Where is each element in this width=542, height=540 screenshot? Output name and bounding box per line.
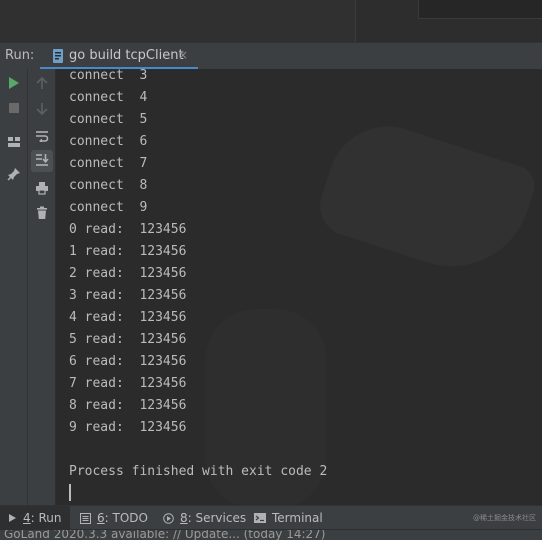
console-line: connect 5 <box>69 112 148 127</box>
run-label: Run: <box>5 48 35 63</box>
console-output[interactable]: connect 3 connect 4 connect 5 connect 6 … <box>56 69 542 505</box>
text-caret <box>69 484 71 501</box>
pane-divider <box>355 0 356 42</box>
console-exit-message: Process finished with exit code 2 <box>69 464 328 479</box>
run-config-tab-title: go build tcpClient <box>69 48 184 63</box>
tool-window-bar: 4: Run 6: TODO 8: Services Terminal @稀土掘… <box>0 505 542 530</box>
print-button[interactable] <box>31 178 53 200</box>
console-line: 0 read: 123456 <box>69 222 187 237</box>
soft-wrap-icon <box>35 127 49 146</box>
console-line: 2 read: 123456 <box>69 266 187 281</box>
console-line: 4 read: 123456 <box>69 310 187 325</box>
console-line: 8 read: 123456 <box>69 398 187 413</box>
services-tool-mnemonic: 8 <box>180 511 188 525</box>
next-occurrence-button[interactable] <box>31 99 53 121</box>
terminal-tool-button[interactable]: Terminal <box>254 506 323 530</box>
editor-pane-right <box>418 0 542 19</box>
play-icon <box>8 513 17 523</box>
console-line: 5 read: 123456 <box>69 332 187 347</box>
console-line: connect 6 <box>69 134 148 149</box>
arrow-up-icon <box>36 75 48 94</box>
scroll-to-end-button[interactable] <box>31 150 53 172</box>
terminal-tool-label: Terminal <box>272 511 323 525</box>
console-line: connect 4 <box>69 90 148 105</box>
layout-button[interactable] <box>3 131 25 153</box>
services-tool-label: : Services <box>187 511 247 525</box>
pin-tab-button[interactable] <box>3 164 25 186</box>
play-icon <box>8 75 20 94</box>
services-tool-button[interactable]: 8: Services <box>163 506 246 530</box>
run-secondary-toolbar <box>28 69 56 505</box>
status-bar: GoLand 2020.3.3 available: // Update... … <box>0 529 542 540</box>
terminal-icon <box>254 513 266 523</box>
run-primary-toolbar <box>0 69 28 505</box>
console-line: 9 read: 123456 <box>69 420 187 435</box>
update-notification[interactable]: GoLand 2020.3.3 available: // Update... … <box>4 530 326 540</box>
run-tool-mnemonic: 4 <box>23 511 31 525</box>
rerun-button[interactable] <box>3 73 25 95</box>
run-config-tab[interactable]: go build tcpClient × <box>40 43 198 70</box>
stop-icon <box>8 99 20 118</box>
layout-icon <box>7 133 21 152</box>
console-line: connect 8 <box>69 178 148 193</box>
run-tool-label: : Run <box>30 511 62 525</box>
scroll-to-end-icon <box>35 152 49 171</box>
soft-wrap-button[interactable] <box>31 125 53 147</box>
run-tool-window-header: Run: go build tcpClient × <box>0 42 542 70</box>
list-icon <box>80 512 91 524</box>
pin-icon <box>7 166 21 185</box>
console-line: 7 read: 123456 <box>69 376 187 391</box>
previous-occurrence-button[interactable] <box>31 73 53 95</box>
console-line: connect 3 <box>69 69 148 83</box>
editor-pane-left <box>0 0 355 42</box>
console-line: 3 read: 123456 <box>69 288 187 303</box>
arrow-down-icon <box>36 101 48 120</box>
close-icon[interactable]: × <box>178 48 188 62</box>
go-file-icon <box>52 48 64 64</box>
todo-tool-label: : TODO <box>104 511 148 525</box>
clear-all-button[interactable] <box>31 203 53 225</box>
trash-icon <box>36 205 48 224</box>
background-shape <box>312 111 540 287</box>
print-icon <box>35 180 49 199</box>
console-line: 6 read: 123456 <box>69 354 187 369</box>
console-line: 1 read: 123456 <box>69 244 187 259</box>
todo-tool-button[interactable]: 6: TODO <box>80 506 148 530</box>
todo-tool-mnemonic: 6 <box>97 511 105 525</box>
run-tool-button[interactable]: 4: Run <box>0 506 70 530</box>
watermark: @稀土掘金技术社区 <box>473 514 536 522</box>
editor-area-backdrop <box>0 0 542 42</box>
services-icon <box>163 512 174 524</box>
stop-button[interactable] <box>3 97 25 119</box>
console-line: connect 9 <box>69 200 148 215</box>
console-line: connect 7 <box>69 156 148 171</box>
